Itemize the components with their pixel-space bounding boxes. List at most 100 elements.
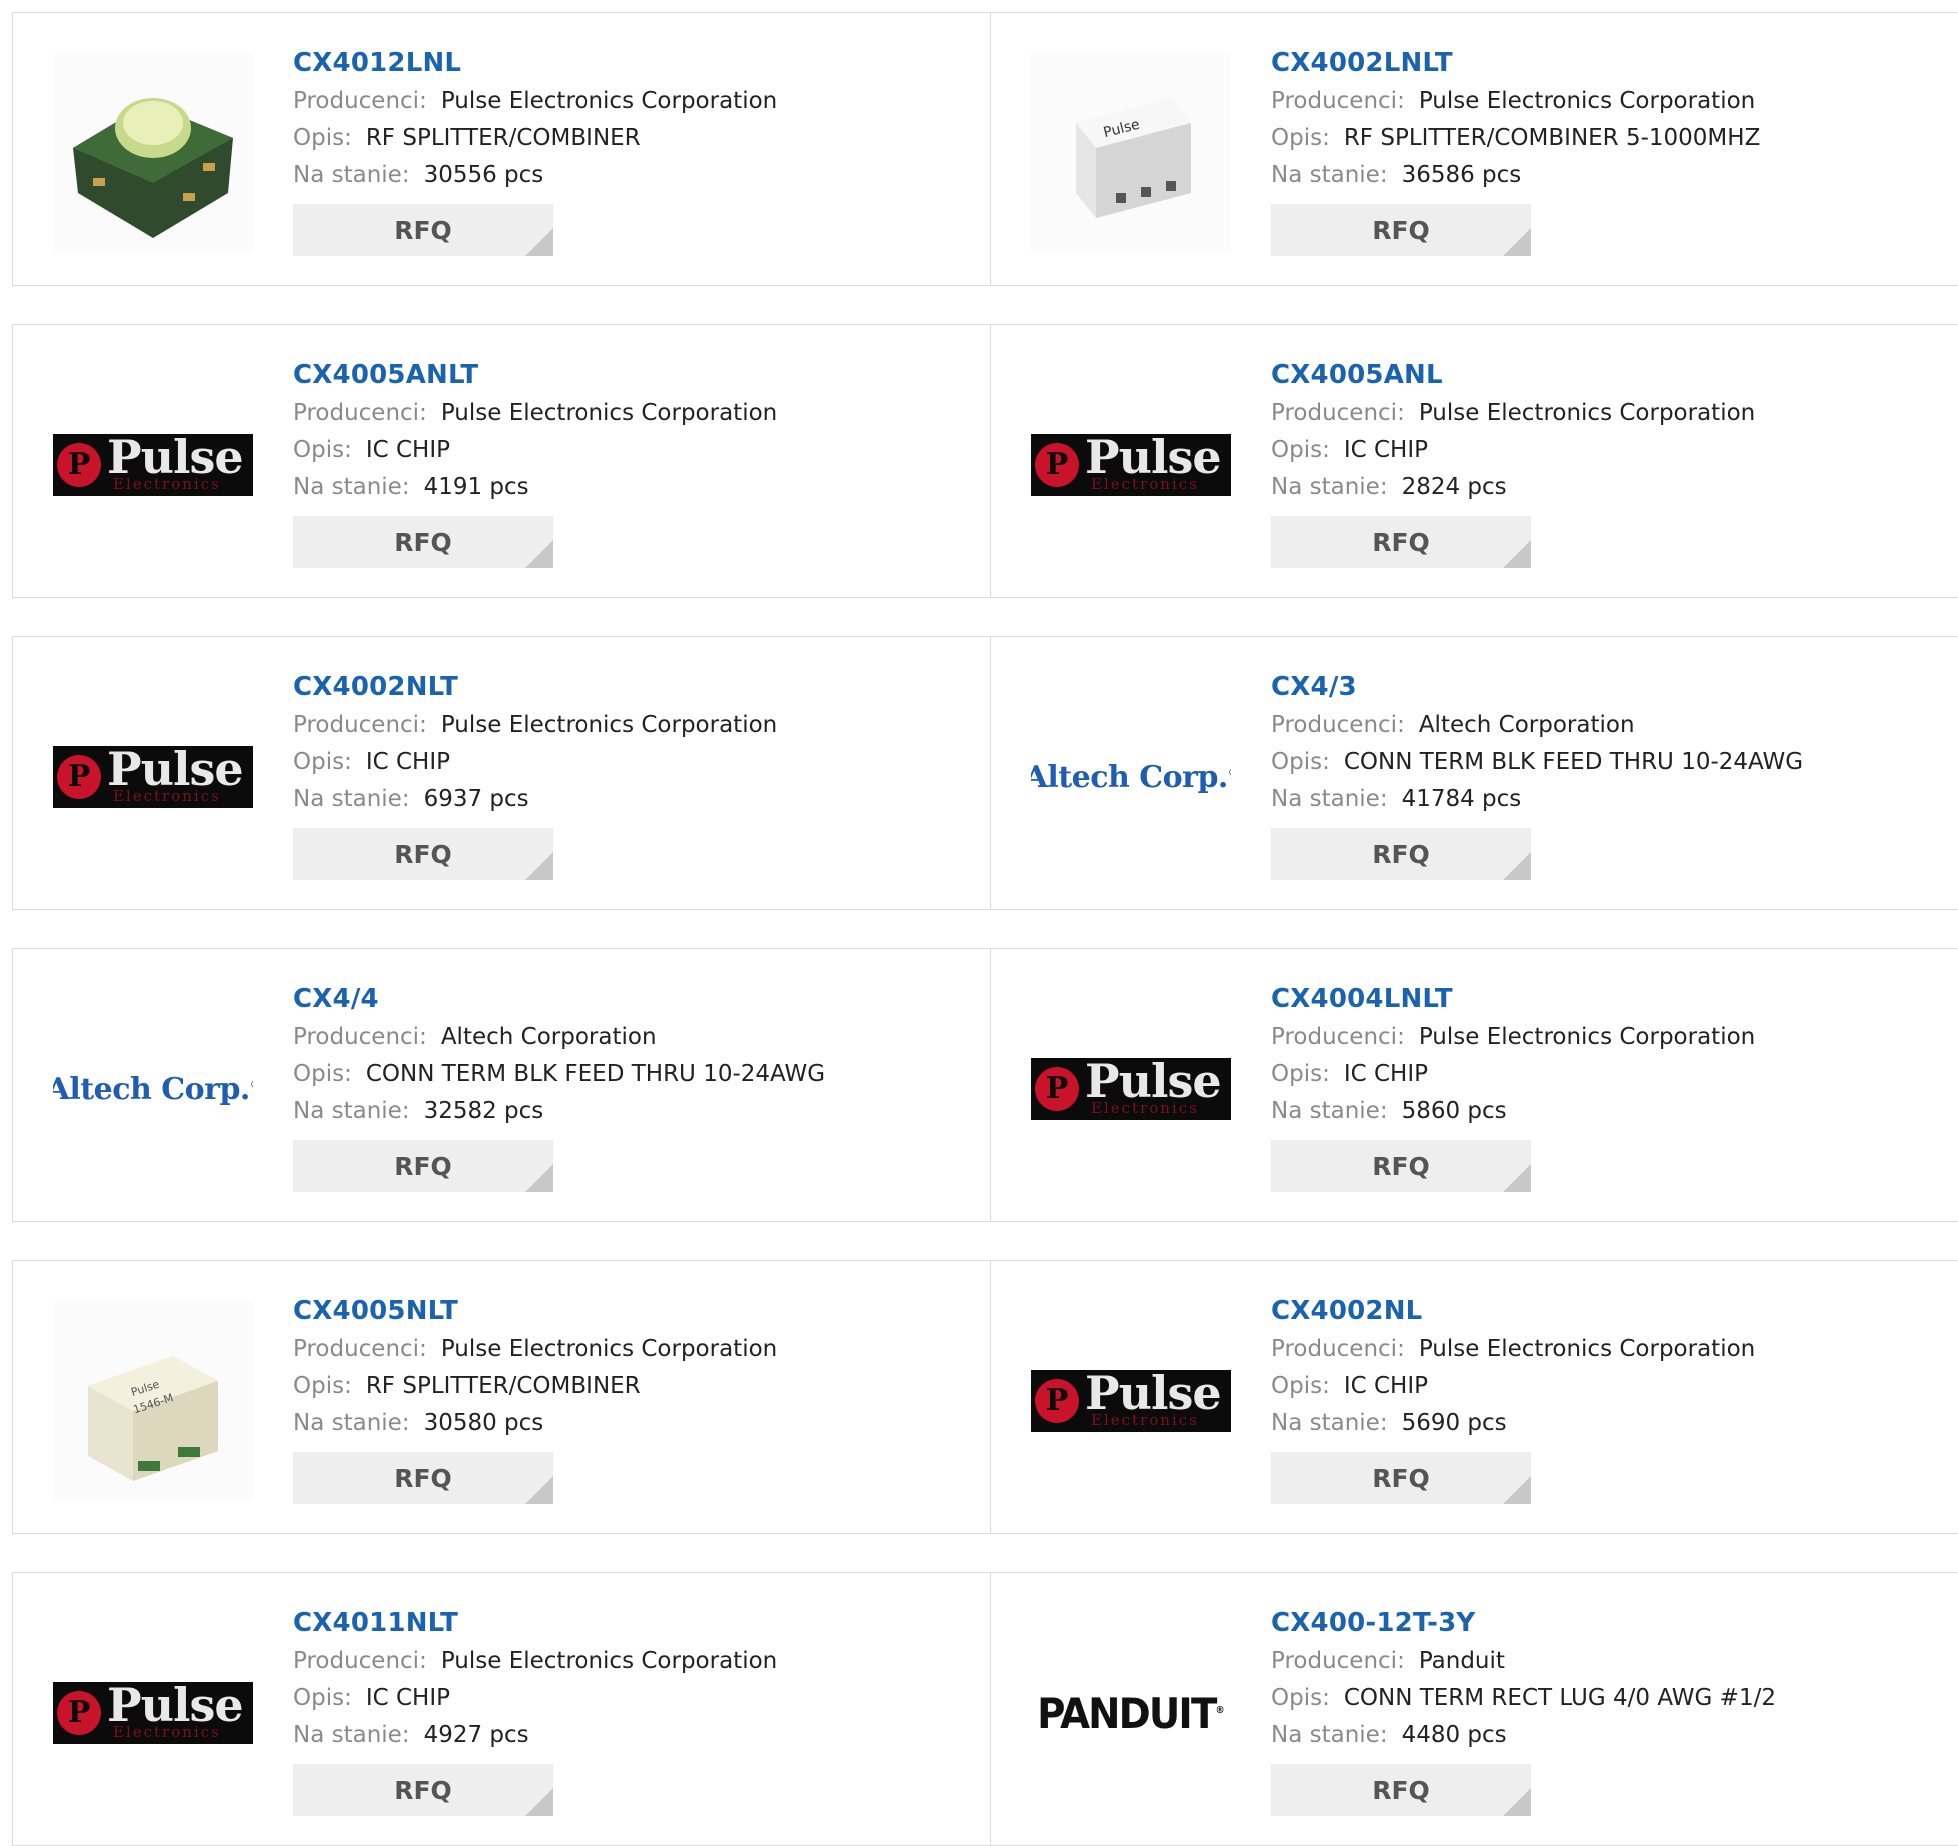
description-label: Opis: [1271, 437, 1330, 463]
part-number-link[interactable]: CX4002NL [1271, 1291, 1755, 1331]
rfq-label: RFQ [394, 1151, 452, 1181]
product-card: P Pulse Electronics CX4002NL Producenci:… [990, 1260, 1958, 1534]
product-grid: CX4012LNL Producenci: Pulse Electronics C… [0, 0, 1958, 1846]
description-value: CONN TERM BLK FEED THRU 10-24AWG [365, 1061, 826, 1087]
part-number-link[interactable]: CX4005ANL [1271, 355, 1755, 395]
stock-value: 5860 pcs [1401, 1098, 1507, 1124]
stock-line: Na stanie: 2824 pcs [1271, 469, 1755, 506]
manufacturer-label: Producenci: [293, 400, 427, 426]
part-number-link[interactable]: CX4011NLT [293, 1603, 777, 1643]
manufacturer-value: Pulse Electronics Corporation [440, 712, 778, 738]
rfq-button[interactable]: RFQ [1271, 1452, 1531, 1504]
rfq-button[interactable]: RFQ [293, 1452, 553, 1504]
rfq-button[interactable]: RFQ [293, 1140, 553, 1192]
manufacturer-label: Producenci: [1271, 1648, 1405, 1674]
description-value: IC CHIP [365, 437, 450, 463]
description-line: Opis: IC CHIP [1271, 432, 1755, 469]
corner-triangle-icon [525, 228, 553, 256]
stock-line: Na stanie: 36586 pcs [1271, 157, 1760, 194]
stock-value: 36586 pcs [1401, 162, 1522, 188]
stock-value: 30556 pcs [423, 162, 544, 188]
description-value: RF SPLITTER/COMBINER [365, 1373, 641, 1399]
product-image[interactable]: PANDUIT® [1031, 1613, 1231, 1813]
manufacturer-value: Pulse Electronics Corporation [440, 400, 778, 426]
photo-white-component: Pulse [1031, 53, 1231, 253]
manufacturer-label: Producenci: [293, 1024, 427, 1050]
stock-label: Na stanie: [1271, 786, 1388, 812]
stock-value: 4191 pcs [423, 474, 529, 500]
product-image[interactable]: P Pulse Electronics [53, 677, 253, 877]
manufacturer-label: Producenci: [293, 1648, 427, 1674]
rfq-button[interactable]: RFQ [293, 204, 553, 256]
stock-line: Na stanie: 6937 pcs [293, 781, 777, 818]
corner-triangle-icon [525, 1164, 553, 1192]
rfq-button[interactable]: RFQ [293, 1764, 553, 1816]
rfq-button[interactable]: RFQ [1271, 516, 1531, 568]
manufacturer-value: Pulse Electronics Corporation [440, 1648, 778, 1674]
description-line: Opis: IC CHIP [293, 432, 777, 469]
part-number-link[interactable]: CX4004LNLT [1271, 979, 1755, 1019]
description-value: CONN TERM RECT LUG 4/0 AWG #1/2 [1343, 1685, 1776, 1711]
manufacturer-value: Altech Corporation [440, 1024, 657, 1050]
manufacturer-label: Producenci: [293, 1336, 427, 1362]
rfq-button[interactable]: RFQ [1271, 1140, 1531, 1192]
rfq-button[interactable]: RFQ [293, 516, 553, 568]
product-row: P Pulse Electronics CX4002NLT Producenci… [12, 636, 1958, 910]
stock-line: Na stanie: 41784 pcs [1271, 781, 1803, 818]
part-number-link[interactable]: CX4/3 [1271, 667, 1803, 707]
description-line: Opis: CONN TERM RECT LUG 4/0 AWG #1/2 [1271, 1680, 1776, 1717]
part-number-link[interactable]: CX4012LNL [293, 43, 777, 83]
stock-value: 4480 pcs [1401, 1722, 1507, 1748]
part-number-link[interactable]: CX4002NLT [293, 667, 777, 707]
product-image[interactable]: P Pulse Electronics [1031, 1301, 1231, 1501]
rfq-label: RFQ [1372, 527, 1430, 557]
part-number-link[interactable]: CX4005ANLT [293, 355, 777, 395]
product-image[interactable]: P Pulse Electronics [1031, 365, 1231, 565]
manufacturer-label: Producenci: [1271, 712, 1405, 738]
corner-triangle-icon [525, 1476, 553, 1504]
manufacturer-label: Producenci: [1271, 1336, 1405, 1362]
stock-value: 4927 pcs [423, 1722, 529, 1748]
rfq-label: RFQ [394, 527, 452, 557]
product-image[interactable]: Pulse [1031, 53, 1231, 253]
description-line: Opis: RF SPLITTER/COMBINER [293, 1368, 777, 1405]
product-image[interactable]: P Pulse Electronics [53, 1613, 253, 1813]
rfq-button[interactable]: RFQ [1271, 828, 1531, 880]
product-image[interactable]: Altech Corp.® [53, 989, 253, 1189]
rfq-button[interactable]: RFQ [1271, 204, 1531, 256]
stock-label: Na stanie: [1271, 1098, 1388, 1124]
part-number-link[interactable]: CX4/4 [293, 979, 825, 1019]
product-image[interactable]: P Pulse Electronics [53, 365, 253, 565]
product-image[interactable]: P Pulse Electronics [1031, 989, 1231, 1189]
manufacturer-value: Altech Corporation [1418, 712, 1635, 738]
product-card: P Pulse Electronics CX4005ANLT Producenc… [12, 324, 991, 598]
description-value: CONN TERM BLK FEED THRU 10-24AWG [1343, 749, 1804, 775]
description-label: Opis: [1271, 1061, 1330, 1087]
manufacturer-line: Producenci: Pulse Electronics Corporation [293, 1643, 777, 1680]
product-image[interactable]: Altech Corp.® [1031, 677, 1231, 877]
pulse-logo: P Pulse Electronics [1031, 1370, 1231, 1432]
manufacturer-line: Producenci: Pulse Electronics Corporation [1271, 395, 1755, 432]
manufacturer-line: Producenci: Panduit [1271, 1643, 1776, 1680]
description-label: Opis: [293, 437, 352, 463]
product-image[interactable]: Pulse 1546-M [53, 1301, 253, 1501]
description-line: Opis: IC CHIP [293, 1680, 777, 1717]
part-number-link[interactable]: CX4005NLT [293, 1291, 777, 1331]
manufacturer-value: Pulse Electronics Corporation [1418, 400, 1756, 426]
rfq-button[interactable]: RFQ [1271, 1764, 1531, 1816]
description-value: IC CHIP [1343, 1373, 1428, 1399]
part-number-link[interactable]: CX400-12T-3Y [1271, 1603, 1776, 1643]
part-number-link[interactable]: CX4002LNLT [1271, 43, 1760, 83]
manufacturer-line: Producenci: Pulse Electronics Corporation [1271, 1019, 1755, 1056]
corner-triangle-icon [1503, 1164, 1531, 1192]
manufacturer-label: Producenci: [1271, 400, 1405, 426]
product-image[interactable] [53, 53, 253, 253]
description-label: Opis: [293, 749, 352, 775]
stock-value: 5690 pcs [1401, 1410, 1507, 1436]
description-value: RF SPLITTER/COMBINER 5-1000MHZ [1343, 125, 1761, 151]
description-line: Opis: IC CHIP [1271, 1368, 1755, 1405]
description-label: Opis: [1271, 749, 1330, 775]
rfq-button[interactable]: RFQ [293, 828, 553, 880]
stock-label: Na stanie: [293, 474, 410, 500]
manufacturer-line: Producenci: Pulse Electronics Corporation [293, 1331, 777, 1368]
